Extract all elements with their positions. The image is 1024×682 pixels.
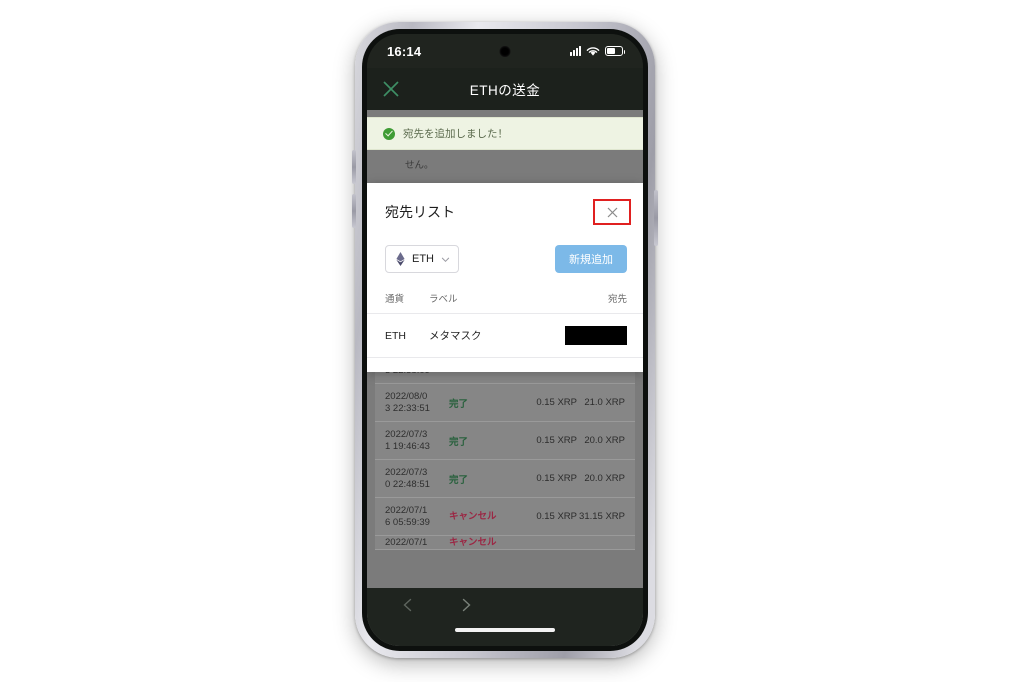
volume-down-button[interactable] (352, 194, 356, 228)
modal-title: 宛先リスト (385, 204, 455, 220)
success-check-icon (383, 127, 395, 140)
transaction-row[interactable]: 2022/08/0 3 22:33:51 完了 0.15 XRP 21.0 XRP (375, 384, 635, 422)
transaction-row[interactable]: 2022/07/3 1 19:46:43 完了 0.15 XRP 20.0 XRP (375, 422, 635, 460)
battery-icon (605, 46, 625, 56)
volume-up-button[interactable] (352, 150, 356, 184)
ethereum-icon (396, 252, 405, 266)
modal-controls: ETH 新規追加 (367, 237, 643, 285)
address-list-modal: 宛先リスト ETH 新規追加 通貨 ラベル 宛先 ETH メタマスク (367, 183, 643, 372)
close-x-icon (607, 207, 617, 217)
add-new-address-button[interactable]: 新規追加 (555, 245, 627, 273)
transaction-amount: 20.0 XRP (584, 435, 625, 446)
address-table-header: 通貨 ラベル 宛先 (367, 285, 643, 314)
transaction-date: 2022/08/0 3 22:33:51 (385, 390, 430, 414)
column-header-address: 宛先 (541, 285, 643, 314)
status-bar-icons (570, 46, 625, 57)
transaction-status: キャンセル (449, 510, 497, 522)
phone-device-frame: 16:14 ETHの送金 宛先を追加しました！ せん。 2022/08/0 3 … (352, 22, 658, 658)
success-toast: 宛先を追加しました！ (367, 117, 643, 150)
transaction-status: 完了 (449, 436, 469, 448)
column-header-label: ラベル (429, 285, 541, 314)
transaction-fee: 0.15 XRP (536, 473, 577, 484)
transaction-status: 完了 (449, 398, 469, 410)
transaction-date: 2022/07/3 1 19:46:43 (385, 428, 430, 452)
obscured-body-text: せん。 (405, 160, 434, 171)
close-x-icon[interactable] (381, 79, 401, 99)
transaction-amount: 21.0 XRP (584, 397, 625, 408)
wifi-icon (586, 46, 600, 56)
chevron-left-icon[interactable] (401, 598, 415, 612)
transaction-status: キャンセル (449, 537, 497, 548)
cell-address (541, 313, 643, 358)
page-content: 宛先を追加しました！ せん。 2022/08/03 22:58:09完了0.15… (367, 110, 643, 646)
power-button[interactable] (654, 190, 658, 246)
home-indicator[interactable] (455, 628, 555, 632)
transaction-row[interactable]: 2022/07/1 キャンセル (375, 536, 635, 550)
column-header-currency: 通貨 (367, 285, 429, 314)
transaction-row[interactable]: 2022/07/1 6 05:59:39 キャンセル 0.15 XRP 31.15 XR… (375, 498, 635, 536)
modal-close-button[interactable] (596, 202, 628, 222)
transaction-date: 2022/07/1 6 05:59:39 (385, 504, 430, 528)
modal-header: 宛先リスト (367, 183, 643, 237)
status-bar: 16:14 (367, 34, 643, 68)
toast-message: 宛先を追加しました！ (403, 128, 508, 140)
status-bar-clock: 16:14 (387, 43, 422, 59)
table-header-row: 通貨 ラベル 宛先 (367, 285, 643, 314)
transaction-date: 2022/07/3 0 22:48:51 (385, 466, 430, 490)
address-table-body: ETH メタマスク (367, 313, 643, 358)
transaction-status: 完了 (449, 474, 469, 486)
transaction-amount: 31.15 XRP (579, 511, 625, 522)
transaction-fee: 0.15 XRP (536, 397, 577, 408)
chevron-down-icon (441, 257, 450, 262)
app-header: ETHの送金 (367, 68, 643, 110)
transaction-amount: 20.0 XRP (584, 473, 625, 484)
transaction-fee: 0.15 XRP (536, 435, 577, 446)
page-title: ETHの送金 (469, 83, 541, 98)
cellular-bars-icon (570, 46, 581, 56)
close-button-highlight (593, 199, 631, 225)
chevron-right-icon[interactable] (459, 598, 473, 612)
transaction-row[interactable]: 2022/07/3 0 22:48:51 完了 0.15 XRP 20.0 XRP (375, 460, 635, 498)
transaction-fee: 0.15 XRP (536, 511, 577, 522)
address-table: 通貨 ラベル 宛先 ETH メタマスク (367, 285, 643, 358)
browser-navigation-bar (367, 588, 643, 646)
currency-select[interactable]: ETH (385, 245, 459, 273)
currency-select-value: ETH (412, 253, 434, 265)
phone-screen: 16:14 ETHの送金 宛先を追加しました！ せん。 2022/08/0 3 … (367, 34, 643, 646)
cell-label: メタマスク (429, 313, 541, 358)
transaction-date: 2022/07/1 (385, 537, 428, 548)
phone-bezel: 16:14 ETHの送金 宛先を追加しました！ せん。 2022/08/0 3 … (362, 29, 648, 651)
redacted-address (565, 326, 627, 345)
cell-currency: ETH (367, 313, 429, 358)
transaction-list: 2022/08/03 22:58:09完了0.15 XRP20.0 XRP202… (375, 345, 635, 550)
front-camera-punch-hole (499, 46, 511, 57)
table-row[interactable]: ETH メタマスク (367, 313, 643, 358)
